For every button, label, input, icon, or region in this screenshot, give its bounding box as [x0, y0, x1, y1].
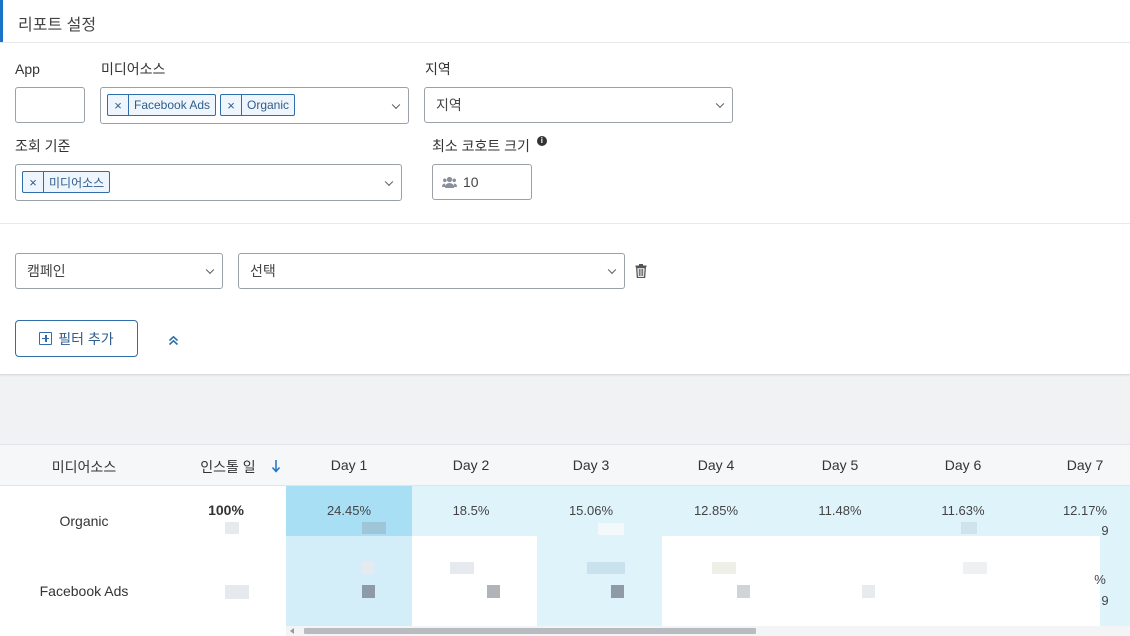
panel-title: 리포트 설정	[18, 17, 97, 34]
add-filter-label: 필터 추가	[58, 330, 114, 347]
min-cohort-label: 최소 코호트 크기 i	[432, 136, 547, 156]
blurred-value	[737, 585, 750, 598]
campaign-field-value: 캠페인	[27, 263, 66, 279]
col-header-install-date[interactable]: 인스톨 일	[183, 457, 273, 477]
heat-cell	[537, 536, 662, 626]
chevron-down-icon	[391, 100, 401, 109]
col-header-day[interactable]: Day 4	[666, 457, 766, 473]
retention-cell: 15.06%	[568, 503, 614, 518]
add-filter-button[interactable]: 필터 추가	[15, 320, 138, 357]
scroll-left-arrow-icon[interactable]	[290, 628, 294, 634]
blurred-value	[487, 585, 500, 598]
tag-label: Facebook Ads	[134, 98, 211, 112]
min-cohort-label-text: 최소 코호트 크기	[432, 138, 530, 154]
col-header-day[interactable]: Day 6	[913, 457, 1013, 473]
blurred-value	[963, 562, 987, 574]
region-label: 지역	[425, 61, 451, 77]
row-source-label[interactable]: Facebook Ads	[24, 583, 144, 599]
blurred-value	[611, 585, 624, 598]
sort-down-arrow-icon[interactable]	[271, 459, 281, 473]
row-source-label[interactable]: Organic	[34, 513, 134, 529]
blurred-value	[362, 522, 386, 534]
blurred-value	[598, 523, 624, 535]
tag-label: Organic	[247, 98, 290, 112]
panel-header: 리포트 설정	[0, 0, 1130, 43]
retention-subcell: 9	[1101, 593, 1109, 608]
retention-cell: 18.5%	[452, 503, 490, 518]
blurred-value	[450, 562, 474, 574]
region-select[interactable]: 지역	[424, 87, 733, 123]
blurred-value	[362, 562, 374, 574]
retention-cell: 24.45%	[326, 503, 372, 518]
media-source-multiselect[interactable]: × Facebook Ads × Organic	[100, 87, 409, 124]
media-source-tag: × Organic	[220, 94, 296, 116]
header-accent-bar	[0, 0, 3, 42]
col-header-day[interactable]: Day 1	[299, 457, 399, 473]
scrollbar-thumb[interactable]	[304, 628, 756, 634]
chevron-down-icon	[205, 265, 215, 275]
remove-tag-icon[interactable]: ×	[108, 95, 129, 115]
col-header-day[interactable]: Day 5	[790, 457, 890, 473]
chevron-down-icon	[715, 99, 725, 109]
campaign-field-select[interactable]: 캠페인	[15, 253, 223, 289]
cohort-table: 미디어소스 인스톨 일 Day 1 Day 2 Day 3 Day 4 Day …	[0, 444, 1130, 636]
blurred-value	[862, 585, 875, 598]
group-by-label: 조회 기준	[15, 138, 71, 154]
collapse-chevrons-icon[interactable]	[168, 335, 179, 346]
heat-cell	[286, 536, 412, 626]
region-value: 지역	[436, 97, 462, 113]
remove-tag-icon[interactable]: ×	[221, 95, 242, 115]
min-cohort-value: 10	[463, 174, 479, 190]
retention-cell: 11.63%	[941, 503, 985, 518]
blurred-value	[587, 562, 625, 574]
blurred-value	[225, 522, 239, 534]
app-label: App	[15, 61, 40, 77]
blurred-value	[961, 522, 977, 534]
plus-square-icon	[39, 332, 53, 345]
blurred-value	[712, 562, 736, 574]
col-header-day[interactable]: Day 3	[541, 457, 641, 473]
min-cohort-input[interactable]: 10	[432, 164, 532, 200]
retention-cell: %	[1094, 572, 1106, 587]
app-select[interactable]	[15, 87, 85, 123]
trash-icon[interactable]	[635, 264, 647, 278]
table-header: 미디어소스 인스톨 일 Day 1 Day 2 Day 3 Day 4 Day …	[0, 445, 1130, 486]
blurred-value	[225, 585, 249, 599]
info-icon[interactable]: i	[536, 136, 547, 146]
blurred-value	[362, 585, 375, 598]
install-cell: 100%	[208, 502, 244, 518]
group-by-tag: × 미디어소스	[22, 171, 111, 193]
col-header-media-source[interactable]: 미디어소스	[34, 457, 134, 477]
media-source-tag: × Facebook Ads	[107, 94, 217, 116]
group-by-multiselect[interactable]: × 미디어소스	[15, 164, 402, 201]
media-source-label: 미디어소스	[101, 61, 166, 77]
retention-cell: 11.48%	[818, 503, 862, 518]
retention-cell: 12.17%	[1062, 503, 1108, 518]
section-divider	[0, 223, 1130, 224]
col-header-day[interactable]: Day 7	[1035, 457, 1130, 473]
col-header-day[interactable]: Day 2	[421, 457, 521, 473]
remove-tag-icon[interactable]: ×	[23, 172, 44, 192]
report-settings-panel: 리포트 설정 App 미디어소스 × Facebook Ads × Organi…	[0, 0, 1130, 375]
retention-subcell: 9	[1101, 523, 1109, 538]
tag-label: 미디어소스	[49, 175, 105, 190]
chevron-down-icon	[607, 265, 617, 275]
campaign-value-placeholder: 선택	[250, 263, 276, 279]
retention-cell: 12.85%	[693, 503, 739, 518]
chevron-down-icon	[384, 177, 394, 186]
campaign-value-select[interactable]: 선택	[238, 253, 625, 289]
users-icon	[442, 176, 457, 188]
